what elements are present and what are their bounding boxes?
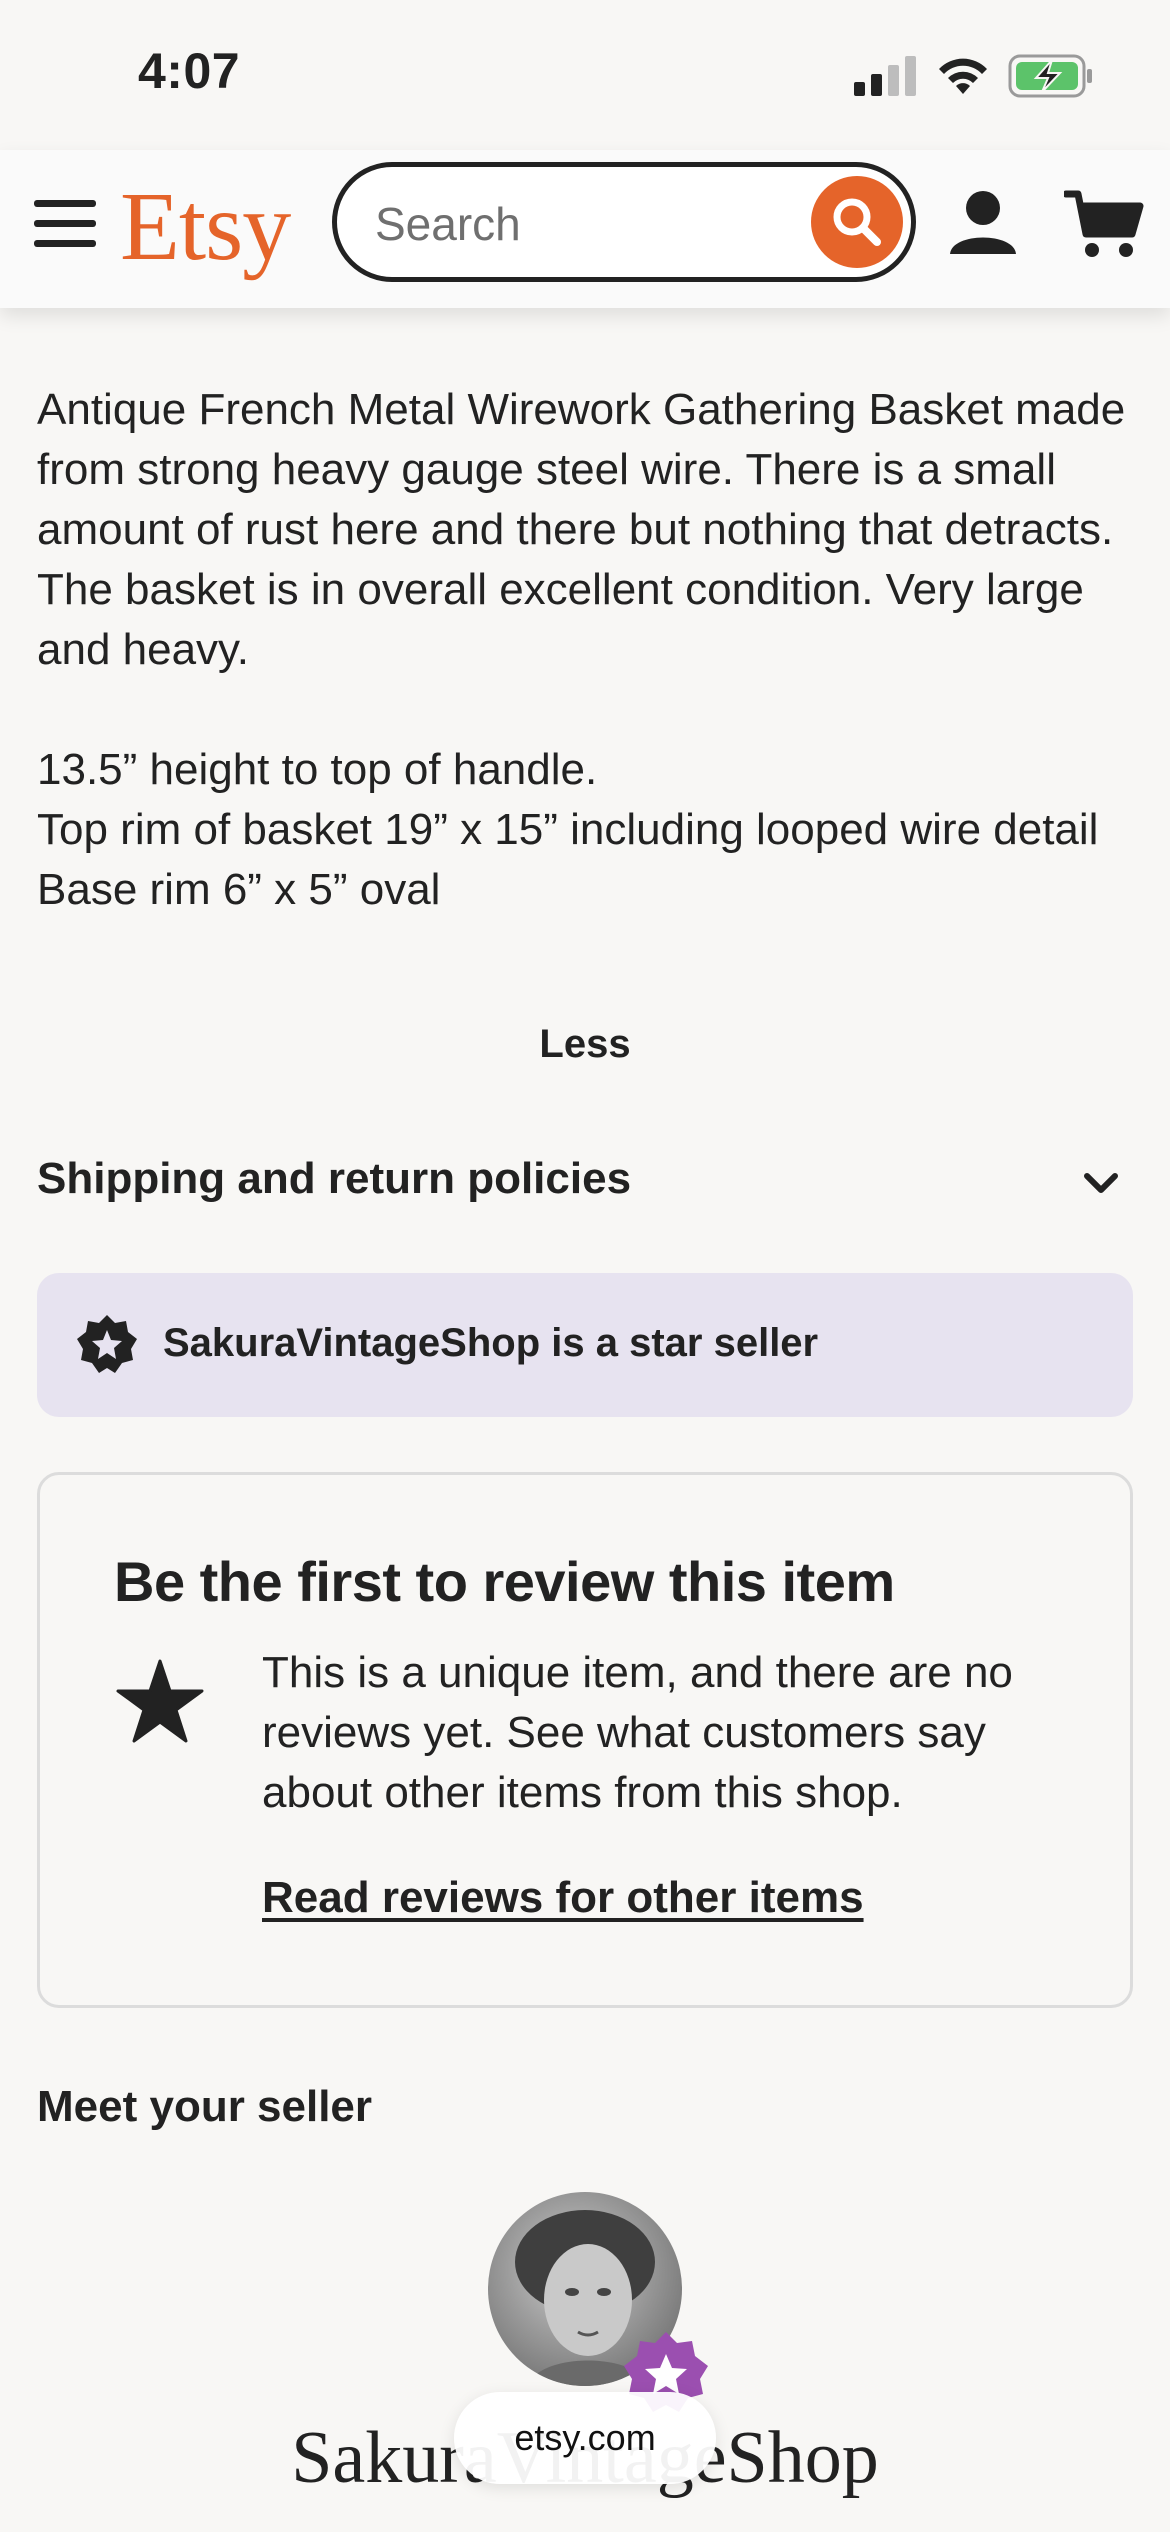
search-icon: [833, 198, 881, 246]
battery-charging-icon: [1008, 54, 1092, 98]
status-bar: 4:07: [0, 0, 1170, 150]
shipping-policies-label: Shipping and return policies: [37, 1154, 632, 1203]
hamburger-menu-icon[interactable]: [34, 198, 96, 250]
review-body: This is a unique item, and there are no …: [262, 1648, 1013, 1817]
star-seller-text: SakuraVintageShop is a star seller: [163, 1321, 819, 1365]
account-icon[interactable]: [948, 188, 1018, 258]
item-description: Antique French Metal Wirework Gathering …: [37, 380, 1137, 920]
cart-icon[interactable]: [1064, 188, 1144, 260]
search-input[interactable]: [373, 187, 797, 261]
description-base-rim: Base rim 6” x 5” oval: [37, 865, 441, 914]
star-icon: [116, 1659, 204, 1743]
meet-seller-heading: Meet your seller: [37, 2082, 373, 2131]
review-title: Be the first to review this item: [114, 1550, 895, 1613]
description-paragraph: Antique French Metal Wirework Gathering …: [37, 385, 1126, 674]
etsy-logo[interactable]: Etsy: [120, 172, 291, 282]
browser-url-pill[interactable]: etsy.com: [454, 2392, 716, 2484]
star-seller-badge-icon: [77, 1315, 137, 1373]
less-button[interactable]: Less: [0, 1022, 1170, 1067]
site-header: Etsy: [0, 150, 1170, 308]
review-card: Be the first to review this item This is…: [37, 1472, 1133, 2008]
description-height: 13.5” height to top of handle.: [37, 745, 598, 794]
star-seller-banner: SakuraVintageShop is a star seller: [37, 1273, 1133, 1417]
chevron-down-icon: [1084, 1173, 1118, 1193]
status-time: 4:07: [138, 43, 241, 99]
shipping-policies-toggle[interactable]: Shipping and return policies: [37, 1148, 1133, 1218]
description-top-rim: Top rim of basket 19” x 15” including lo…: [37, 805, 1099, 854]
read-other-reviews-link[interactable]: Read reviews for other items: [262, 1873, 864, 1923]
search-button[interactable]: [811, 176, 903, 268]
wifi-icon: [939, 58, 987, 94]
cellular-signal-icon: [854, 56, 916, 96]
search-bar: [332, 162, 916, 282]
